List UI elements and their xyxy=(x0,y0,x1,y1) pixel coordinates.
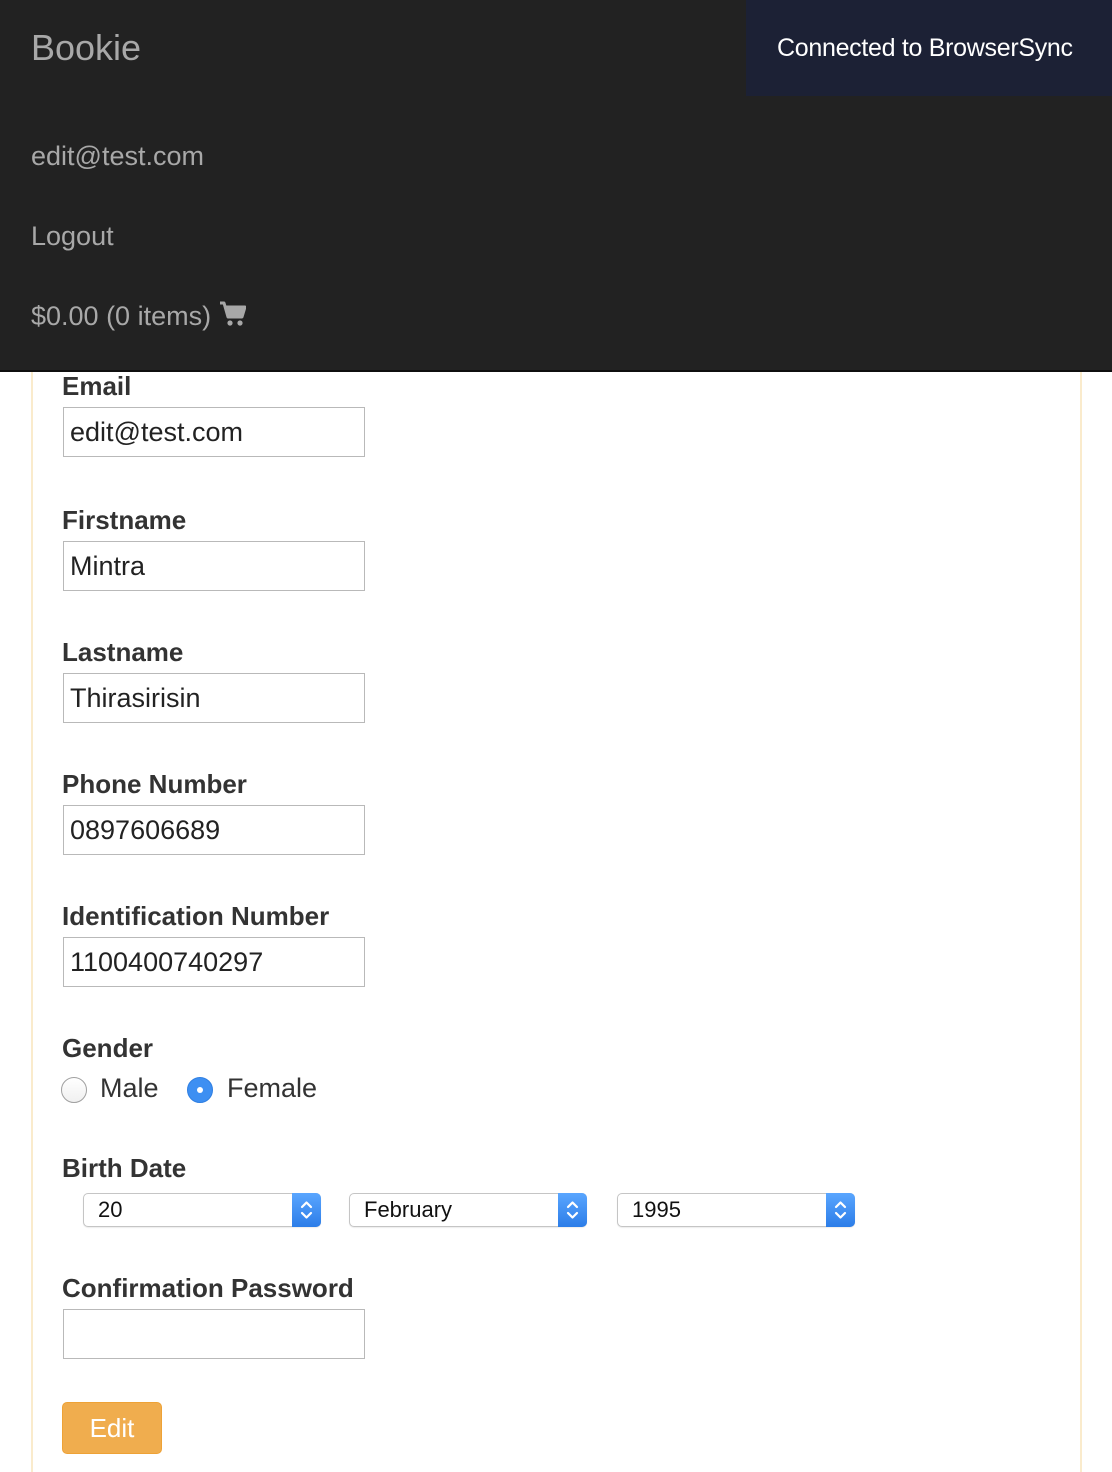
birth-day-select[interactable]: 20 xyxy=(83,1193,321,1227)
confirmation-password-field[interactable] xyxy=(63,1309,365,1359)
select-arrows-icon xyxy=(558,1193,587,1227)
gender-male-label[interactable]: Male xyxy=(100,1071,159,1105)
browsersync-message: Connected to BrowserSync xyxy=(777,34,1073,62)
edit-button[interactable]: Edit xyxy=(62,1402,162,1454)
gender-male-radio[interactable] xyxy=(61,1077,87,1103)
cart-label: $0.00 (0 items) xyxy=(31,301,212,331)
firstname-field[interactable] xyxy=(63,541,365,591)
browsersync-notification: Connected to BrowserSync xyxy=(746,0,1112,96)
birth-month-select[interactable]: February xyxy=(349,1193,587,1227)
nav-cart-link[interactable]: $0.00 (0 items) xyxy=(31,299,247,335)
phone-field[interactable] xyxy=(63,805,365,855)
select-arrows-icon xyxy=(826,1193,855,1227)
brand-link[interactable]: Bookie xyxy=(31,26,141,70)
lastname-field[interactable] xyxy=(63,673,365,723)
birth-day-value: 20 xyxy=(98,1197,123,1222)
gender-female-label[interactable]: Female xyxy=(227,1071,317,1105)
nav-logout-link[interactable]: Logout xyxy=(31,219,114,253)
gender-female-radio[interactable] xyxy=(187,1077,213,1103)
select-arrows-icon xyxy=(292,1193,321,1227)
firstname-label: Firstname xyxy=(62,505,187,535)
shopping-cart-icon xyxy=(219,301,247,335)
identification-label: Identification Number xyxy=(62,901,330,931)
email-field[interactable] xyxy=(63,407,365,457)
email-label: Email xyxy=(62,371,132,401)
phone-label: Phone Number xyxy=(62,769,247,799)
birth-year-value: 1995 xyxy=(632,1197,681,1222)
lastname-label: Lastname xyxy=(62,637,184,667)
confirmation-password-label: Confirmation Password xyxy=(62,1273,354,1303)
identification-field[interactable] xyxy=(63,937,365,987)
birth-date-label: Birth Date xyxy=(62,1153,187,1183)
nav-user-email-link[interactable]: edit@test.com xyxy=(31,139,204,173)
gender-label: Gender xyxy=(62,1033,154,1063)
birth-month-value: February xyxy=(364,1197,453,1222)
birth-year-select[interactable]: 1995 xyxy=(617,1193,855,1227)
